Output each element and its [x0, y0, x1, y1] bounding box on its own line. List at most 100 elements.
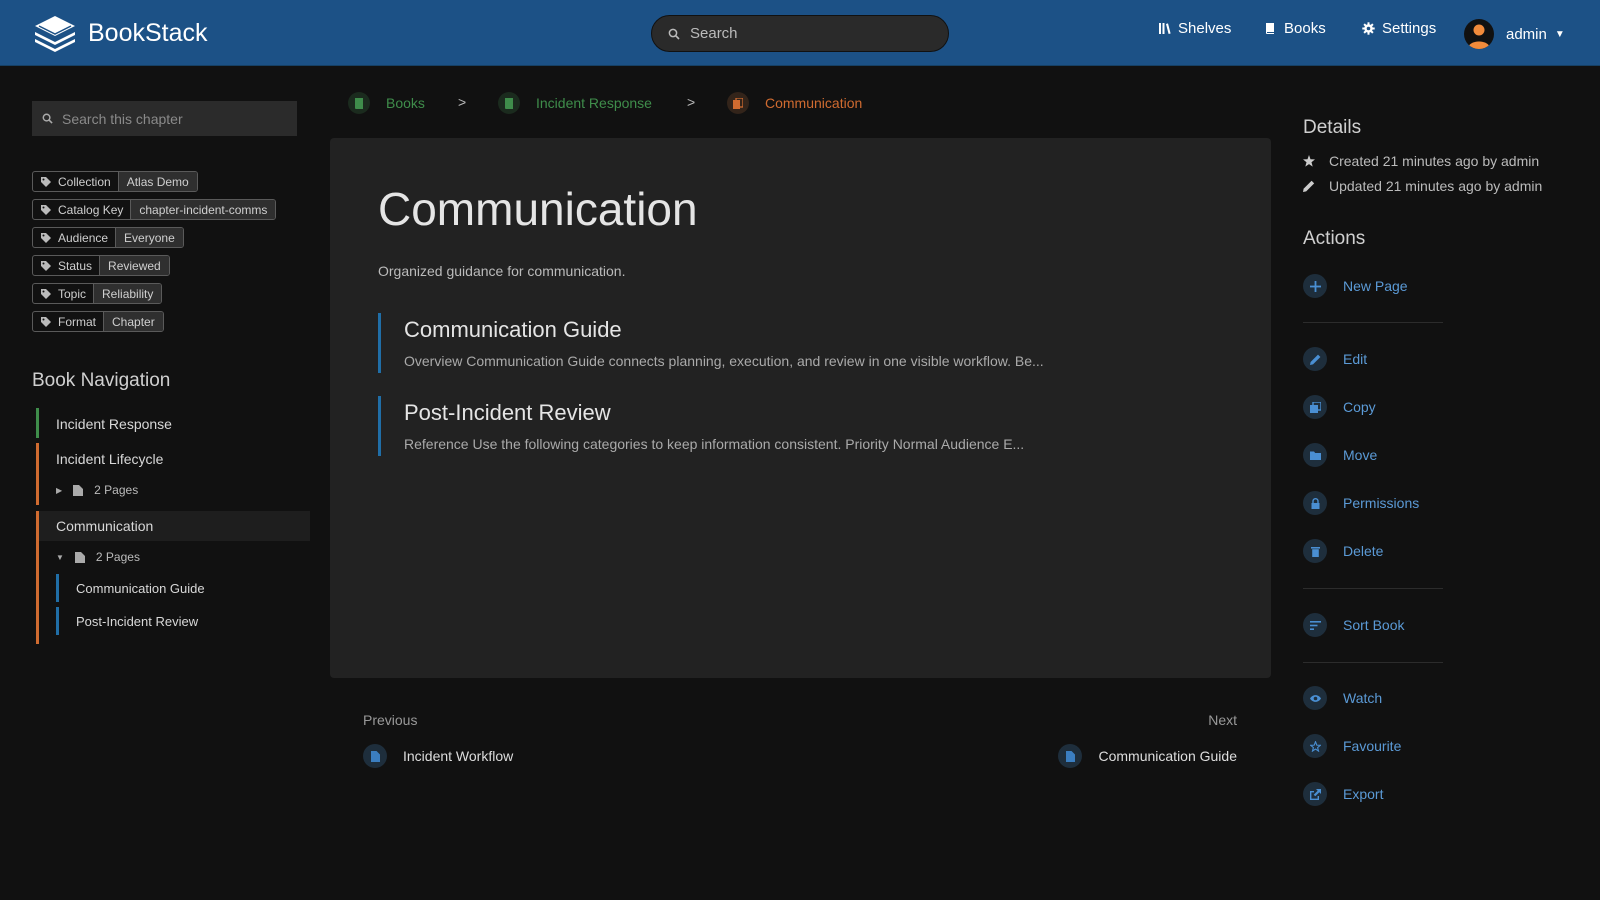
action-label: Delete — [1343, 543, 1384, 559]
top-header: BookStack Shelves Books Settings admin ▼ — [0, 0, 1600, 66]
entry-title: Communication Guide — [404, 317, 622, 342]
next-label: Next — [1208, 712, 1237, 728]
sort-icon — [1309, 620, 1321, 630]
tag-name: Audience — [58, 230, 109, 245]
tag-name: Format — [58, 314, 97, 329]
permissions-button[interactable]: Permissions — [1303, 491, 1419, 515]
page-icon — [74, 551, 85, 563]
chevron-right-icon: > — [458, 94, 467, 110]
global-search[interactable] — [651, 15, 949, 52]
page-icon — [1065, 750, 1075, 762]
previous-page-title: Incident Workflow — [403, 748, 514, 764]
gear-icon — [1362, 22, 1375, 35]
tag-audience[interactable]: Audience Everyone — [32, 227, 184, 248]
details-title: Details — [1303, 117, 1362, 138]
list-item[interactable]: Communication Guide Overview Communicati… — [378, 313, 1198, 373]
page-indicator — [56, 607, 59, 635]
tag-value: Everyone — [115, 228, 183, 247]
global-search-input[interactable] — [690, 25, 920, 42]
nav-chapter-incident-lifecycle[interactable]: Incident Lifecycle — [56, 451, 163, 467]
tag-icon — [41, 176, 51, 187]
tag-name: Status — [58, 258, 93, 273]
copy-button[interactable]: Copy — [1303, 395, 1376, 419]
chapter-description: Organized guidance for communication. — [378, 263, 626, 279]
nav-chapter-communication[interactable]: Communication — [56, 518, 153, 534]
page-indicator — [56, 574, 59, 602]
nav-book-incident-response[interactable]: Incident Response — [56, 416, 172, 432]
eye-icon — [1309, 694, 1321, 702]
bookstack-logo-icon — [35, 16, 75, 52]
tag-name: Topic — [58, 286, 87, 301]
divider — [1303, 662, 1443, 663]
action-label: Watch — [1343, 690, 1383, 706]
delete-button[interactable]: Delete — [1303, 539, 1383, 563]
updated-text: Updated 21 minutes ago by admin — [1329, 178, 1543, 194]
action-label: New Page — [1343, 278, 1408, 294]
breadcrumb-books[interactable]: Books — [348, 92, 425, 114]
entry-excerpt: Reference Use the following categories t… — [404, 436, 1025, 452]
search-icon — [668, 28, 680, 40]
chevron-down-icon: ▼ — [1554, 28, 1565, 40]
breadcrumb-chapter[interactable]: Communication — [727, 92, 862, 114]
nav-page-post-incident-review[interactable]: Post-Incident Review — [76, 614, 198, 629]
lock-icon — [1311, 497, 1319, 509]
sort-book-button[interactable]: Sort Book — [1303, 613, 1404, 637]
tag-collection[interactable]: Collection Atlas Demo — [32, 171, 198, 192]
book-icon — [505, 97, 513, 109]
app-logo[interactable]: BookStack — [33, 14, 208, 52]
trash-icon — [1310, 546, 1320, 557]
tag-icon — [41, 204, 51, 215]
nav-settings-label: Settings — [1382, 20, 1437, 37]
previous-label: Previous — [363, 712, 418, 728]
star-outline-icon — [1309, 740, 1321, 752]
chapter-page-count: 2 Pages — [94, 483, 139, 497]
chapter-pages-toggle[interactable]: ▼ 2 Pages — [56, 550, 140, 564]
tag-icon — [41, 288, 51, 299]
pencil-icon — [1303, 180, 1315, 192]
list-item[interactable]: Post-Incident Review Reference Use the f… — [378, 396, 1198, 456]
star-icon — [1303, 155, 1315, 167]
copy-icon — [1309, 401, 1321, 413]
book-navigation-title: Book Navigation — [32, 370, 171, 391]
watch-button[interactable]: Watch — [1303, 686, 1382, 710]
shelves-icon — [1159, 23, 1171, 34]
chapter-search-input[interactable] — [62, 110, 282, 127]
chapter-pages-toggle[interactable]: ▶ 2 Pages — [56, 483, 138, 497]
user-menu[interactable]: admin ▼ — [1464, 19, 1565, 49]
action-label: Favourite — [1343, 738, 1402, 754]
page-icon — [73, 484, 84, 496]
action-label: Copy — [1343, 399, 1376, 415]
created-info: Created 21 minutes ago by admin — [1303, 153, 1539, 169]
page-icon — [370, 750, 380, 762]
action-label: Sort Book — [1343, 617, 1405, 633]
chapter-search[interactable] — [32, 101, 297, 136]
tag-status[interactable]: Status Reviewed — [32, 255, 170, 276]
chevron-right-icon: > — [687, 94, 696, 110]
updated-info: Updated 21 minutes ago by admin — [1303, 178, 1542, 194]
chapter-indicator — [36, 511, 39, 644]
favourite-button[interactable]: Favourite — [1303, 734, 1401, 758]
chevron-right-icon: ▶ — [56, 485, 63, 495]
action-label: Export — [1343, 786, 1384, 802]
search-icon — [42, 113, 53, 124]
export-button[interactable]: Export — [1303, 782, 1383, 806]
nav-page-communication-guide[interactable]: Communication Guide — [76, 581, 205, 596]
tag-icon — [41, 316, 51, 327]
nav-settings[interactable]: Settings — [1362, 20, 1436, 37]
tag-format[interactable]: Format Chapter — [32, 311, 164, 332]
tag-catalog-key[interactable]: Catalog Key chapter-incident-comms — [32, 199, 277, 220]
breadcrumb-label: Communication — [765, 95, 863, 111]
actions-title: Actions — [1303, 228, 1366, 249]
tag-name: Collection — [58, 174, 111, 189]
edit-button[interactable]: Edit — [1303, 347, 1367, 371]
tag-topic[interactable]: Topic Reliability — [32, 283, 163, 304]
breadcrumb-book[interactable]: Incident Response — [498, 92, 652, 114]
nav-books[interactable]: Books — [1264, 20, 1326, 37]
previous-page-link[interactable]: Incident Workflow — [363, 744, 513, 768]
tag-value: Atlas Demo — [117, 172, 197, 191]
new-page-button[interactable]: New Page — [1303, 274, 1408, 298]
tag-value: chapter-incident-comms — [130, 200, 276, 219]
move-button[interactable]: Move — [1303, 443, 1377, 467]
nav-shelves[interactable]: Shelves — [1158, 20, 1231, 37]
next-page-link[interactable]: Communication Guide — [1058, 744, 1237, 768]
